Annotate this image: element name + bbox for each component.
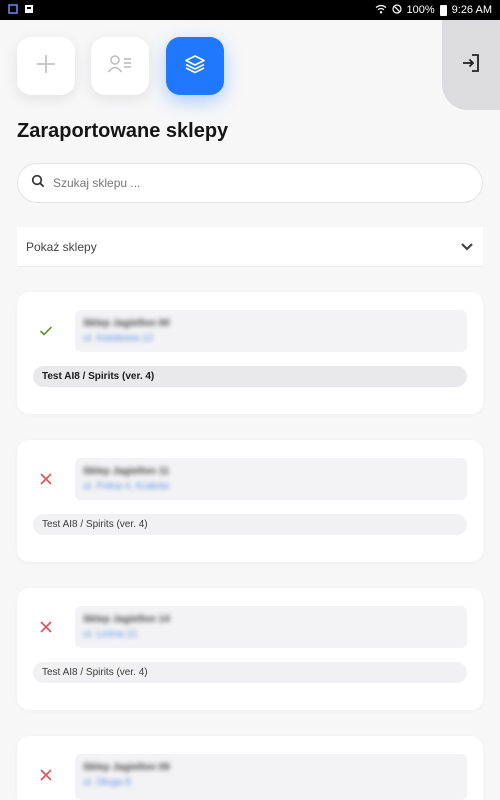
contact-list-icon xyxy=(107,53,133,80)
shop-card[interactable]: Sklep Jagiellon 11 ul. Polna 4, Kraków T… xyxy=(17,440,483,562)
survey-tag: Test AI8 / Spirits (ver. 4) xyxy=(33,662,467,683)
dropdown-label: Pokaż sklepy xyxy=(26,239,97,254)
shop-name: Sklep Jagiellon 11 xyxy=(83,466,170,477)
shop-card[interactable]: Sklep Jagiellon 00 ul. Kwiatowa 12 Test … xyxy=(17,292,483,414)
shop-info: Sklep Jagiellon 14 ul. Leśna 21 xyxy=(75,606,467,648)
clock: 9:26 AM xyxy=(451,4,492,16)
do-not-disturb-icon xyxy=(391,3,402,17)
survey-tag: Test AI8 / Spirits (ver. 4) xyxy=(33,366,467,387)
shop-address: ul. Kwiatowa 12 xyxy=(83,333,154,344)
shop-info: Sklep Jagiellon 11 ul. Polna 4, Kraków xyxy=(75,458,467,500)
search-bar[interactable] xyxy=(17,163,483,203)
contacts-button[interactable] xyxy=(91,37,149,95)
shop-card[interactable]: Sklep Jagiellon 14 ul. Leśna 21 Test AI8… xyxy=(17,588,483,710)
search-input[interactable] xyxy=(53,176,453,190)
status-bar: 100% 9:26 AM xyxy=(0,0,500,20)
shop-name: Sklep Jagiellon 00 xyxy=(83,318,170,329)
check-icon xyxy=(37,322,55,340)
shop-name: Sklep Jagiellon 09 xyxy=(83,762,170,773)
shop-address: ul. Leśna 21 xyxy=(83,629,138,640)
shop-address: ul. Długa 8 xyxy=(83,777,131,788)
plus-icon xyxy=(35,53,57,80)
wifi-icon xyxy=(375,4,387,17)
survey-tag: Test AI8 / Spirits (ver. 4) xyxy=(33,514,467,535)
logout-button[interactable] xyxy=(442,20,500,110)
layers-icon xyxy=(184,53,206,80)
app-notification-icon xyxy=(8,3,18,17)
show-shops-dropdown[interactable]: Pokaż sklepy xyxy=(17,227,483,267)
shop-info: Sklep Jagiellon 00 ul. Kwiatowa 12 xyxy=(75,310,467,352)
screenshot-icon xyxy=(24,4,34,17)
shop-address: ul. Polna 4, Kraków xyxy=(83,481,170,492)
battery-percent: 100% xyxy=(406,4,435,16)
search-icon xyxy=(31,174,45,193)
close-icon xyxy=(37,470,55,488)
chevron-down-icon xyxy=(460,242,474,252)
close-icon xyxy=(37,618,55,636)
shop-info: Sklep Jagiellon 09 ul. Długa 8 xyxy=(75,754,467,800)
login-arrow-icon xyxy=(461,53,481,78)
battery-icon xyxy=(439,4,447,16)
shop-name: Sklep Jagiellon 14 xyxy=(83,614,170,625)
close-icon xyxy=(37,766,55,784)
page-title: Zaraportowane sklepy xyxy=(17,120,229,142)
add-button[interactable] xyxy=(17,37,75,95)
shop-card[interactable]: Sklep Jagiellon 09 ul. Długa 8 xyxy=(17,736,483,800)
reported-shops-button[interactable] xyxy=(166,37,224,95)
